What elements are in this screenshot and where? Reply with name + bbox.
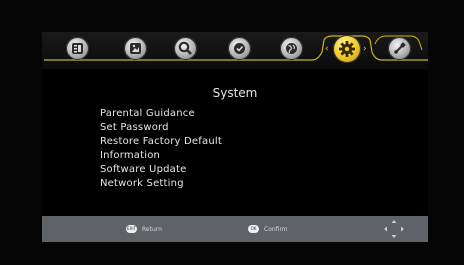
exit-key-icon: EXIT	[126, 225, 137, 233]
menu-item-restore-factory-default[interactable]: Restore Factory Default	[100, 136, 222, 147]
settings-screen: ‹ › System Parental Guidance Set Passwor…	[42, 32, 428, 242]
right-arrow-icon[interactable]: ›	[363, 44, 367, 54]
timer-icon[interactable]	[228, 37, 251, 60]
usb-icon[interactable]	[388, 37, 411, 60]
menu-item-network-setting[interactable]: Network Setting	[100, 178, 184, 189]
search-icon[interactable]	[174, 37, 197, 60]
ok-key-icon: OK	[248, 225, 259, 233]
gear-icon[interactable]	[333, 35, 361, 63]
menu-item-information[interactable]: Information	[100, 150, 160, 161]
page-title: System	[212, 86, 258, 100]
menu-item-parental-guidance[interactable]: Parental Guidance	[100, 108, 195, 119]
menu-item-software-update[interactable]: Software Update	[100, 164, 186, 175]
left-arrow-icon[interactable]: ‹	[325, 44, 329, 54]
confirm-hint[interactable]: OK Confirm	[248, 216, 288, 242]
program-guide-icon[interactable]	[66, 37, 89, 60]
picture-icon[interactable]	[124, 37, 147, 60]
return-label: Return	[142, 225, 162, 233]
help-bar: EXIT Return OK Confirm	[42, 216, 428, 242]
menu-item-set-password[interactable]: Set Password	[100, 122, 169, 133]
navigation-arrows-icon	[384, 220, 404, 238]
globe-icon[interactable]	[280, 37, 303, 60]
return-hint[interactable]: EXIT Return	[126, 216, 162, 242]
confirm-label: Confirm	[264, 225, 288, 233]
